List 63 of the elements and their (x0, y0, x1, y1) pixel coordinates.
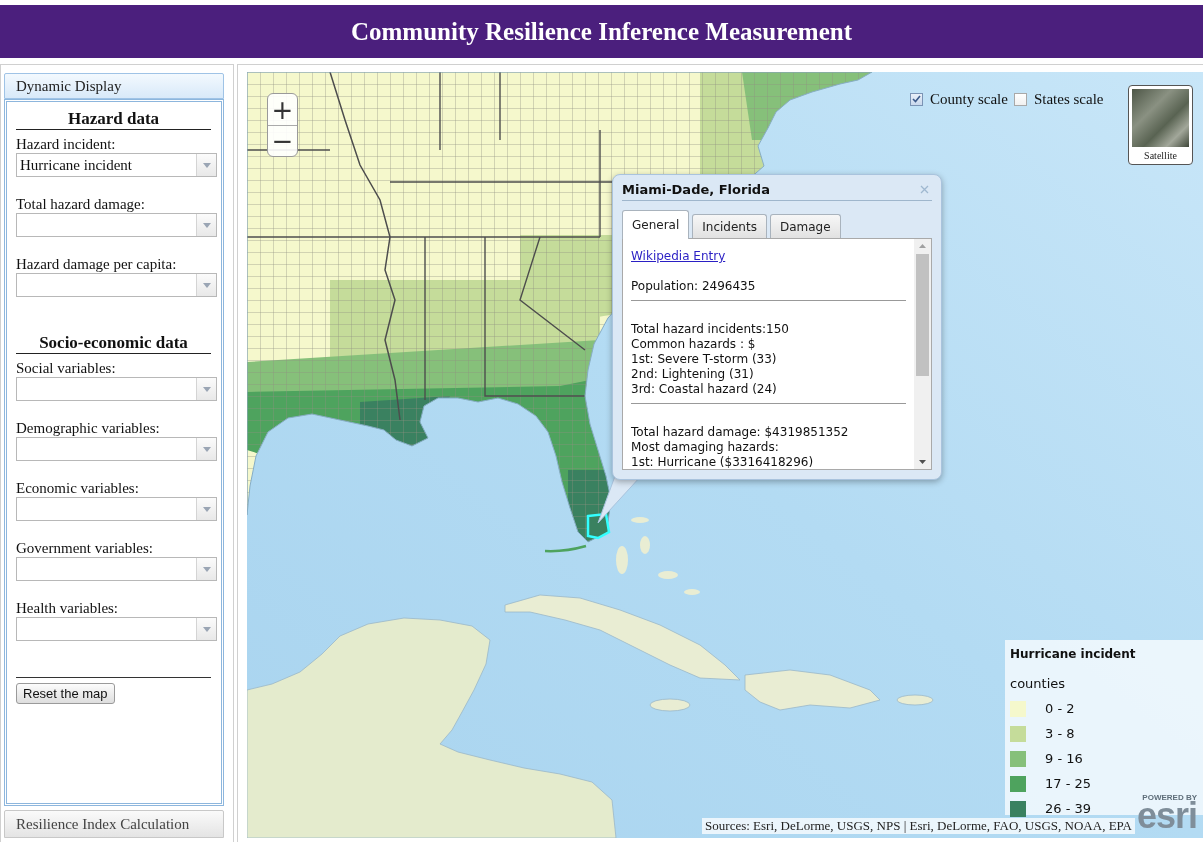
field-label: Hazard incident: (16, 136, 117, 153)
field-label: Demographic variables: (16, 420, 161, 437)
caret-icon (196, 498, 216, 520)
field-label: Social variables: (16, 360, 117, 377)
legend-label: 9 - 16 (1045, 750, 1083, 767)
field-label: Economic variables: (16, 480, 140, 497)
legend-label: 26 - 39 (1045, 800, 1092, 817)
field-label: Government variables: (16, 540, 155, 557)
popup-tab[interactable]: Damage (769, 214, 841, 238)
page-title: Community Resilience Inference Measurement (350, 16, 853, 47)
info-text: Total hazard incidents:150 (631, 322, 790, 337)
caret-icon (196, 214, 216, 236)
info-text: 2nd: Lightening (31) (631, 367, 755, 382)
popup-tab[interactable]: General (622, 210, 690, 239)
scroll-down-arrow-icon[interactable] (919, 460, 926, 464)
dropdown-field[interactable] (16, 497, 217, 521)
scrollbar-thumb[interactable] (916, 254, 929, 376)
field-label: Total hazard damage: (16, 196, 146, 213)
zoom-out-button[interactable]: − (268, 125, 297, 156)
legend-subtitle: counties (1010, 676, 1067, 692)
dropdown-field[interactable] (16, 557, 217, 581)
dropdown-field[interactable]: Hurricane incident (16, 153, 217, 177)
close-icon[interactable] (920, 185, 929, 194)
dropdown-field[interactable] (16, 377, 217, 401)
caret-icon (196, 274, 216, 296)
scrollbar[interactable] (914, 239, 931, 469)
legend-label: 17 - 25 (1045, 775, 1092, 792)
section-heading: Hazard data (16, 109, 211, 130)
info-text: Common hazards : $ (631, 337, 757, 352)
zoom-in-button[interactable]: + (268, 94, 297, 125)
dropdown-field[interactable] (16, 437, 217, 461)
wikipedia-link[interactable]: Wikipedia Entry (631, 249, 726, 264)
info-text: 1st: Hurricane ($3316418296) (631, 455, 815, 469)
caret-icon (196, 378, 216, 400)
section-heading: Socio-economic data (16, 333, 211, 354)
info-text: Population: 2496435 (631, 279, 757, 294)
dropdown-field[interactable] (16, 617, 217, 641)
legend-title: Hurricane incident (1010, 646, 1137, 662)
info-text: 1st: Severe T-storm (33) (631, 352, 778, 367)
checkbox-label: States scale (1033, 90, 1104, 108)
basemap-toggle-button[interactable]: Satellite (1128, 85, 1193, 165)
accordion-header[interactable]: Dynamic Display (4, 73, 224, 99)
photo-placeholder (1132, 89, 1189, 147)
checkbox-label: County scale (930, 90, 1008, 108)
reset-map-button[interactable]: Reset the map (16, 683, 115, 704)
info-text: Total hazard damage: $4319851352 (631, 425, 850, 440)
caret-icon (196, 154, 216, 176)
caret-icon (196, 438, 216, 460)
scroll-up-arrow-icon[interactable] (919, 244, 926, 248)
legend-label: 3 - 8 (1045, 725, 1075, 742)
dropdown-field[interactable] (16, 213, 217, 237)
popup-tab[interactable]: Incidents (692, 214, 767, 238)
dropdown-field[interactable] (16, 273, 217, 297)
legend-label: 0 - 2 (1045, 700, 1075, 717)
popup-title: Miami-Dade, Florida (622, 181, 770, 198)
caret-icon (196, 618, 216, 640)
info-text: Most damaging hazards: (631, 440, 780, 455)
field-label: Health variables: (16, 600, 120, 617)
info-text: 3rd: Coastal hazard (24) (631, 382, 778, 397)
accordion-header[interactable]: Resilience Index Calculation (4, 810, 224, 838)
map-attribution: Sources: Esri, DeLorme, USGS, NPS | Esri, DeLorme, FAO, USGS, NOAA, EPA (702, 818, 1135, 834)
caret-icon (196, 558, 216, 580)
field-label: Hazard damage per capita: (16, 256, 178, 273)
